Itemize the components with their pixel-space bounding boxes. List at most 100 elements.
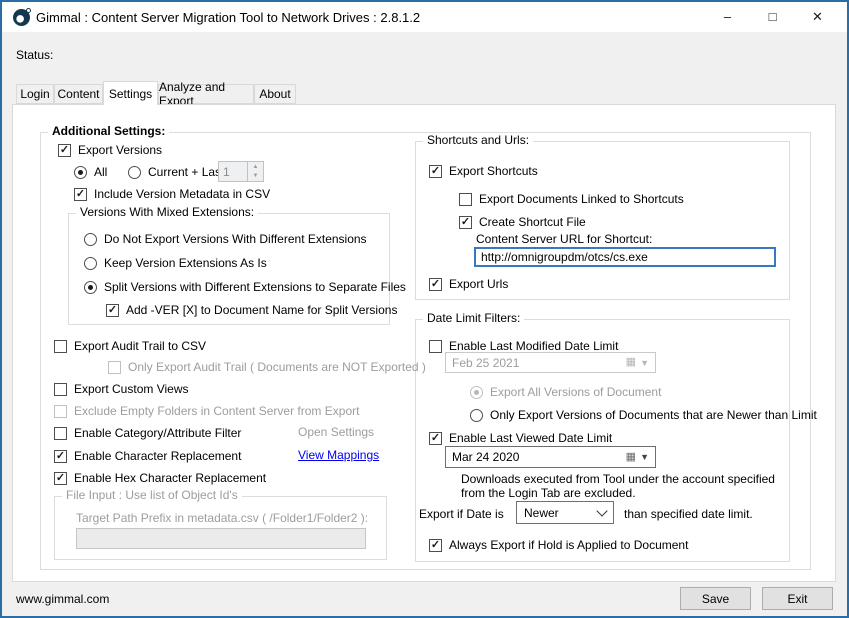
target-path-prefix-field	[76, 528, 366, 549]
minimize-button[interactable]: –	[705, 2, 750, 31]
include-version-metadata-label: Include Version Metadata in CSV	[94, 187, 270, 201]
versions-all-label: All	[94, 165, 107, 179]
only-export-audit-trail-label: Only Export Audit Trail ( Documents are …	[128, 360, 426, 374]
checkbox-icon	[429, 340, 442, 353]
create-shortcut-file-label: Create Shortcut File	[479, 215, 586, 229]
content-server-url-label: Content Server URL for Shortcut:	[476, 232, 652, 246]
checkbox-icon	[54, 383, 67, 396]
file-input-title: File Input : Use list of Object Id's	[62, 488, 242, 503]
tab-login-label: Login	[20, 87, 49, 101]
checkbox-icon	[429, 165, 442, 178]
checkbox-icon	[106, 304, 119, 317]
checkbox-icon	[108, 361, 121, 374]
radio-icon	[470, 409, 483, 422]
chevron-down-icon	[596, 505, 607, 516]
only-newer-versions-label: Only Export Versions of Documents that a…	[490, 408, 817, 422]
export-urls-checkbox[interactable]: Export Urls	[429, 276, 508, 292]
enable-last-viewed-checkbox[interactable]: Enable Last Viewed Date Limit	[429, 430, 612, 446]
exit-button[interactable]: Exit	[762, 587, 833, 610]
tab-settings[interactable]: Settings	[103, 81, 158, 105]
export-custom-views-checkbox[interactable]: Export Custom Views	[54, 381, 189, 397]
tab-about-label: About	[259, 87, 290, 101]
status-label: Status:	[16, 48, 53, 62]
stepper-up-icon: ▲	[248, 162, 263, 172]
exclude-empty-folders-label: Exclude Empty Folders in Content Server …	[74, 404, 359, 418]
export-shortcuts-label: Export Shortcuts	[449, 164, 538, 178]
view-mappings-link[interactable]: View Mappings	[298, 448, 379, 462]
only-newer-versions-radio[interactable]: Only Export Versions of Documents that a…	[470, 407, 817, 423]
radio-icon	[128, 166, 141, 179]
export-if-date-label: Export if Date is	[419, 507, 504, 521]
radio-icon	[84, 233, 97, 246]
export-shortcuts-checkbox[interactable]: Export Shortcuts	[429, 163, 538, 179]
include-version-metadata-checkbox[interactable]: Include Version Metadata in CSV	[74, 186, 270, 202]
checkbox-icon	[54, 405, 67, 418]
stepper-down-icon: ▼	[248, 172, 263, 182]
downloads-note-line1: Downloads executed from Tool under the a…	[461, 472, 775, 486]
checkbox-icon	[54, 340, 67, 353]
tab-settings-label: Settings	[109, 87, 152, 101]
website-link: www.gimmal.com	[16, 592, 109, 606]
add-ver-checkbox[interactable]: Add -VER [X] to Document Name for Split …	[106, 302, 397, 318]
last-viewed-date-picker[interactable]: Mar 24 2020 ▦ ▼	[445, 446, 656, 468]
checkbox-icon	[54, 427, 67, 440]
last-modified-date-picker: Feb 25 2021 ▦ ▼	[445, 352, 656, 373]
date-limit-filters-title: Date Limit Filters:	[423, 311, 524, 326]
checkbox-icon	[74, 188, 87, 201]
export-versions-label: Export Versions	[78, 143, 162, 157]
maximize-button[interactable]: □	[750, 2, 795, 31]
hex-character-replacement-checkbox[interactable]: Enable Hex Character Replacement	[54, 470, 266, 486]
checkbox-icon	[459, 216, 472, 229]
character-replacement-checkbox[interactable]: Enable Character Replacement	[54, 448, 241, 464]
enable-last-modified-label: Enable Last Modified Date Limit	[449, 339, 618, 353]
do-not-export-different-extensions-radio[interactable]: Do Not Export Versions With Different Ex…	[84, 231, 367, 247]
export-audit-trail-checkbox[interactable]: Export Audit Trail to CSV	[54, 338, 206, 354]
export-custom-views-label: Export Custom Views	[74, 382, 189, 396]
always-export-hold-checkbox[interactable]: Always Export if Hold is Applied to Docu…	[429, 537, 688, 553]
checkbox-icon	[429, 539, 442, 552]
split-versions-label: Split Versions with Different Extensions…	[104, 280, 406, 294]
date-comparison-dropdown[interactable]: Newer	[516, 501, 614, 524]
keep-extensions-label: Keep Version Extensions As Is	[104, 256, 267, 270]
app-logo-icon	[13, 9, 30, 26]
export-linked-documents-checkbox[interactable]: Export Documents Linked to Shortcuts	[459, 191, 684, 207]
versions-current-last-label: Current + Last	[148, 165, 224, 179]
radio-icon	[470, 386, 483, 399]
export-all-versions-radio: Export All Versions of Document	[470, 384, 661, 400]
window-title: Gimmal : Content Server Migration Tool t…	[36, 10, 420, 25]
versions-current-last-radio[interactable]: Current + Last	[128, 164, 224, 180]
enable-last-viewed-label: Enable Last Viewed Date Limit	[449, 431, 612, 445]
dropdown-arrow-icon: ▼	[640, 358, 649, 368]
tab-content-label: Content	[57, 87, 99, 101]
close-icon: ✕	[812, 9, 823, 25]
maximize-icon: □	[769, 9, 777, 24]
export-versions-checkbox[interactable]: Export Versions	[58, 142, 162, 158]
radio-icon	[84, 281, 97, 294]
radio-icon	[74, 166, 87, 179]
split-versions-radio[interactable]: Split Versions with Different Extensions…	[84, 279, 406, 295]
keep-extensions-as-is-radio[interactable]: Keep Version Extensions As Is	[84, 255, 267, 271]
version-count-stepper: 1 ▲ ▼	[218, 161, 264, 182]
app-window: Gimmal : Content Server Migration Tool t…	[0, 0, 849, 618]
checkbox-icon	[429, 278, 442, 291]
create-shortcut-file-checkbox[interactable]: Create Shortcut File	[459, 214, 586, 230]
tab-analyze-and-export[interactable]: Analyze and Export	[158, 84, 254, 104]
content-server-url-field[interactable]	[474, 247, 776, 267]
last-modified-date-value: Feb 25 2021	[452, 356, 622, 370]
shortcuts-and-urls-title: Shortcuts and Urls:	[423, 133, 533, 148]
category-attribute-filter-checkbox[interactable]: Enable Category/Attribute Filter	[54, 425, 241, 441]
checkbox-icon	[459, 193, 472, 206]
versions-all-radio[interactable]: All	[74, 164, 107, 180]
close-button[interactable]: ✕	[795, 2, 840, 31]
tab-login[interactable]: Login	[16, 84, 54, 104]
tab-content[interactable]: Content	[54, 84, 103, 104]
export-audit-trail-label: Export Audit Trail to CSV	[74, 339, 206, 353]
tab-about[interactable]: About	[254, 84, 296, 104]
radio-icon	[84, 257, 97, 270]
checkbox-icon	[58, 144, 71, 157]
than-specified-label: than specified date limit.	[624, 507, 753, 521]
hex-character-replacement-label: Enable Hex Character Replacement	[74, 471, 266, 485]
additional-settings-title: Additional Settings:	[48, 124, 169, 139]
save-button[interactable]: Save	[680, 587, 751, 610]
do-not-export-label: Do Not Export Versions With Different Ex…	[104, 232, 367, 246]
